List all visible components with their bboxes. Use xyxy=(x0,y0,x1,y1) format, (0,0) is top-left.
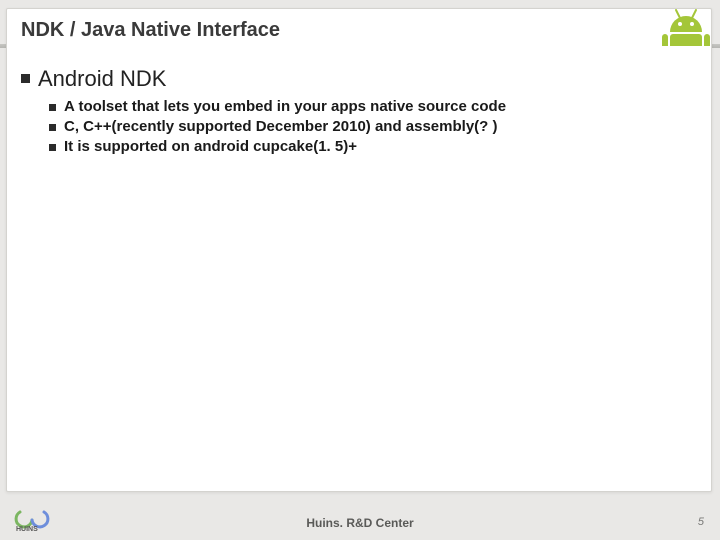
square-bullet-icon xyxy=(49,104,56,111)
square-bullet-icon xyxy=(49,124,56,131)
section-heading: Android NDK xyxy=(21,66,697,92)
footer-center-text: Huins. R&D Center xyxy=(0,516,720,530)
list-item: C, C++(recently supported December 2010)… xyxy=(49,118,697,135)
android-mascot-icon xyxy=(658,2,714,46)
list-item: A toolset that lets you embed in your ap… xyxy=(49,98,697,115)
slide-card: NDK / Java Native Interface Android NDK … xyxy=(6,8,712,492)
slide-content: Android NDK A toolset that lets you embe… xyxy=(7,66,711,155)
section-heading-text: Android NDK xyxy=(38,66,166,92)
square-bullet-icon xyxy=(49,144,56,151)
list-item: It is supported on android cupcake(1. 5)… xyxy=(49,138,697,155)
bullet-list: A toolset that lets you embed in your ap… xyxy=(49,98,697,155)
page-number: 5 xyxy=(698,516,704,528)
list-item-text: C, C++(recently supported December 2010)… xyxy=(64,118,497,135)
square-bullet-icon xyxy=(21,74,30,83)
slide-title: NDK / Java Native Interface xyxy=(7,9,711,60)
list-item-text: It is supported on android cupcake(1. 5)… xyxy=(64,138,357,155)
list-item-text: A toolset that lets you embed in your ap… xyxy=(64,98,506,115)
